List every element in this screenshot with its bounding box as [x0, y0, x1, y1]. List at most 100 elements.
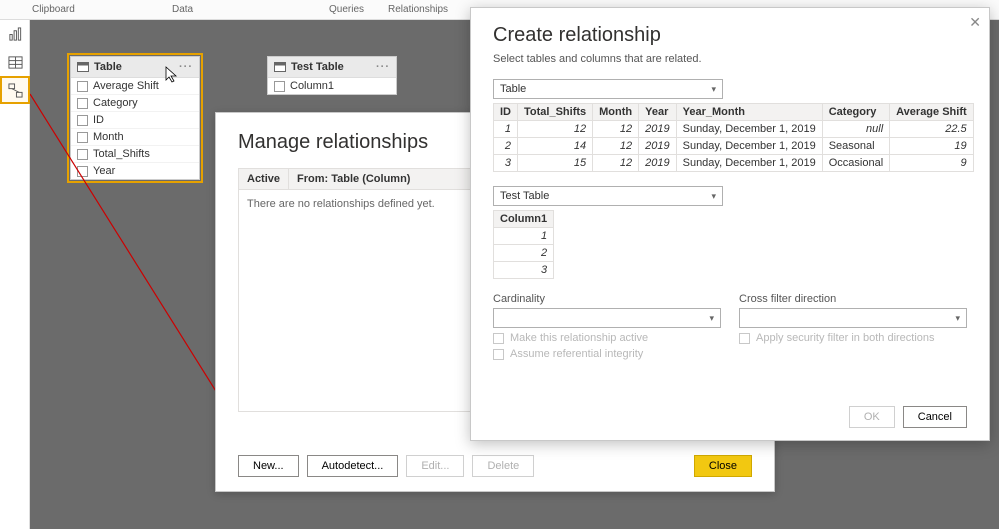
assume-ref-integrity-checkbox[interactable]: Assume referential integrity: [493, 348, 721, 360]
preview-row: 3: [494, 262, 554, 279]
canvas-table-table[interactable]: Table ··· Average Shift Category ID Mont…: [70, 56, 200, 180]
checkbox-label: Make this relationship active: [510, 332, 648, 344]
cell: null: [822, 121, 889, 138]
preview-col[interactable]: Column1: [494, 211, 554, 228]
field-icon: [77, 98, 88, 109]
col-active[interactable]: Active: [239, 169, 289, 189]
preview-row: 2: [494, 245, 554, 262]
apply-security-checkbox[interactable]: Apply security filter in both directions: [739, 332, 967, 344]
field-row[interactable]: Month: [71, 129, 199, 146]
field-label: Category: [93, 97, 138, 109]
dropdown-value: [746, 312, 749, 324]
preview-col[interactable]: Year: [639, 104, 676, 121]
empty-message: There are no relationships defined yet.: [247, 198, 435, 210]
close-button[interactable]: Close: [694, 455, 752, 477]
view-toolstrip: [0, 20, 30, 529]
table1-preview[interactable]: ID Total_Shifts Month Year Year_Month Ca…: [493, 103, 974, 172]
edit-button[interactable]: Edit...: [406, 455, 464, 477]
cardinality-dropdown[interactable]: ▾: [493, 308, 721, 328]
cell: 14: [518, 138, 593, 155]
cardinality-label: Cardinality: [493, 293, 721, 305]
cell: Sunday, December 1, 2019: [676, 121, 822, 138]
preview-col[interactable]: Total_Shifts: [518, 104, 593, 121]
dialog-subtitle: Select tables and columns that are relat…: [493, 53, 967, 65]
cell: 2: [494, 245, 554, 262]
cancel-button[interactable]: Cancel: [903, 406, 967, 428]
cell: Sunday, December 1, 2019: [676, 138, 822, 155]
table-icon: [274, 62, 286, 72]
cell: 12: [518, 121, 593, 138]
preview-col[interactable]: Year_Month: [676, 104, 822, 121]
cell: Seasonal: [822, 138, 889, 155]
field-label: ID: [93, 114, 104, 126]
chevron-down-icon: ▾: [711, 84, 716, 95]
preview-col[interactable]: Average Shift: [890, 104, 974, 121]
checkbox-label: Assume referential integrity: [510, 348, 643, 360]
report-view-icon[interactable]: [0, 20, 30, 48]
canvas-table-header[interactable]: Test Table ···: [268, 57, 396, 78]
ellipsis-icon[interactable]: ···: [376, 61, 390, 73]
dropdown-value: Test Table: [500, 190, 549, 202]
field-icon: [77, 149, 88, 160]
new-button[interactable]: New...: [238, 455, 299, 477]
table1-dropdown[interactable]: Table ▾: [493, 79, 723, 99]
close-icon[interactable]: ✕: [969, 14, 981, 31]
canvas-table-title: Test Table: [291, 61, 344, 73]
chevron-down-icon: ▾: [711, 191, 716, 202]
model-view-icon[interactable]: [0, 76, 30, 104]
field-row[interactable]: Category: [71, 95, 199, 112]
cell: 15: [518, 155, 593, 172]
cell: 2019: [639, 138, 676, 155]
ribbon-group-data: Data: [172, 4, 193, 15]
dropdown-value: Table: [500, 83, 526, 95]
ribbon-group-queries: Queries: [329, 4, 364, 15]
preview-col[interactable]: ID: [494, 104, 518, 121]
data-view-icon[interactable]: [0, 48, 30, 76]
dialog-button-row: New... Autodetect... Edit... Delete: [238, 455, 534, 477]
make-active-checkbox[interactable]: Make this relationship active: [493, 332, 721, 344]
cell: 3: [494, 155, 518, 172]
preview-col[interactable]: Month: [593, 104, 639, 121]
chevron-down-icon: ▾: [955, 313, 960, 324]
field-label: Column1: [290, 80, 334, 92]
preview-col[interactable]: Category: [822, 104, 889, 121]
dialog-title: Create relationship: [493, 24, 967, 47]
cell: 19: [890, 138, 974, 155]
ribbon-group-relationships: Relationships: [388, 4, 448, 15]
chevron-down-icon: ▾: [709, 313, 714, 324]
table-icon: [77, 62, 89, 72]
field-row[interactable]: ID: [71, 112, 199, 129]
field-row[interactable]: Column1: [268, 78, 396, 94]
dropdown-value: [500, 312, 503, 324]
cell: 2019: [639, 121, 676, 138]
cell: 12: [593, 155, 639, 172]
ok-button[interactable]: OK: [849, 406, 895, 428]
field-icon: [77, 132, 88, 143]
cell: 9: [890, 155, 974, 172]
cell: Occasional: [822, 155, 889, 172]
field-label: Average Shift: [93, 80, 159, 92]
table2-dropdown[interactable]: Test Table ▾: [493, 186, 723, 206]
field-row[interactable]: Year: [71, 163, 199, 179]
field-label: Total_Shifts: [93, 148, 150, 160]
field-label: Year: [93, 165, 115, 177]
create-relationship-dialog: ✕ Create relationship Select tables and …: [470, 7, 990, 441]
canvas-table-header[interactable]: Table ···: [71, 57, 199, 78]
preview-row: 3 15 12 2019 Sunday, December 1, 2019 Oc…: [494, 155, 974, 172]
field-row[interactable]: Total_Shifts: [71, 146, 199, 163]
table2-preview[interactable]: Column1 1 2 3: [493, 210, 554, 279]
autodetect-button[interactable]: Autodetect...: [307, 455, 399, 477]
field-row[interactable]: Average Shift: [71, 78, 199, 95]
cross-filter-dropdown[interactable]: ▾: [739, 308, 967, 328]
dialog-button-row: OK Cancel: [849, 406, 967, 428]
canvas-table-testtable[interactable]: Test Table ··· Column1: [267, 56, 397, 95]
ellipsis-icon[interactable]: ···: [179, 61, 193, 73]
delete-button[interactable]: Delete: [472, 455, 534, 477]
options-row: Cardinality ▾ Make this relationship act…: [493, 293, 967, 360]
cursor-icon: [165, 66, 179, 84]
preview-row: 1 12 12 2019 Sunday, December 1, 2019 nu…: [494, 121, 974, 138]
field-icon: [77, 81, 88, 92]
cell: 1: [494, 228, 554, 245]
field-icon: [77, 115, 88, 126]
ribbon-group-clipboard: Clipboard: [32, 4, 75, 15]
